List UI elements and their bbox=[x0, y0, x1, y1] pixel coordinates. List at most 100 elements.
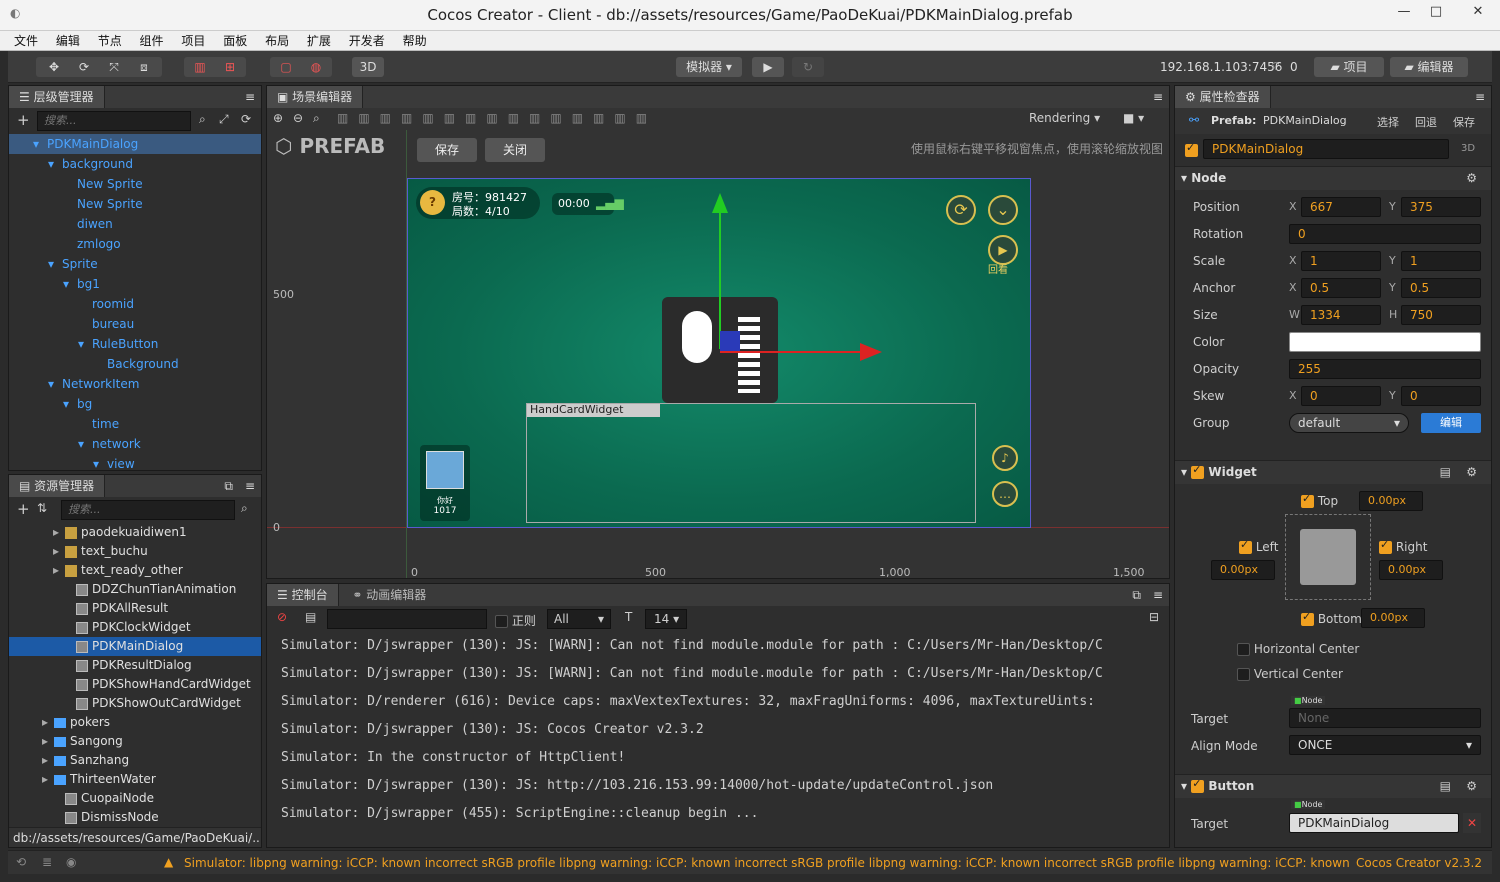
panel-menu-icon[interactable]: ≡ bbox=[245, 86, 255, 108]
panel-menu-icon[interactable]: ≡ bbox=[1153, 86, 1163, 108]
asset-item[interactable]: PDKClockWidget bbox=[9, 618, 261, 637]
rotate-tool-icon[interactable]: ⟳ bbox=[69, 57, 99, 77]
menu-panel[interactable]: 面板 bbox=[223, 31, 247, 51]
zoom-in-icon[interactable]: ⊕ bbox=[273, 111, 283, 125]
status-warning[interactable]: Simulator: libpng warning: iCCP: known i… bbox=[184, 856, 1352, 870]
console-tab[interactable]: ☰ 控制台 bbox=[267, 584, 339, 606]
gizmo-x-axis[interactable] bbox=[720, 351, 860, 353]
tree-arrow-icon[interactable]: ▸ bbox=[42, 770, 54, 789]
hierarchy-search-input[interactable]: 搜索... bbox=[37, 111, 191, 131]
node-section-header[interactable]: ▾ Node ⚙ bbox=[1175, 166, 1491, 190]
prefab-select-button[interactable]: 选择 bbox=[1377, 114, 1399, 130]
tree-arrow-icon[interactable]: ▾ bbox=[48, 154, 62, 174]
hierarchy-node[interactable]: ▾ NetworkItem bbox=[9, 374, 261, 394]
hierarchy-tab[interactable]: ☰ 层级管理器 bbox=[9, 86, 105, 108]
anchor-y-field[interactable]: 0.5 bbox=[1401, 278, 1481, 298]
prefab-save-button[interactable]: 保存 bbox=[417, 138, 477, 162]
console-line[interactable]: Simulator: In the constructor of HttpCli… bbox=[281, 744, 1159, 772]
book-icon[interactable]: ▤ bbox=[1440, 779, 1451, 793]
tree-arrow-icon[interactable]: ▾ bbox=[93, 454, 107, 470]
hierarchy-node[interactable]: diwen bbox=[9, 214, 261, 234]
animation-editor-tab[interactable]: ⚭ 动画编辑器 bbox=[342, 584, 436, 606]
scale-tool-icon[interactable]: ⤧ bbox=[99, 57, 129, 77]
gizmo-x-arrow-icon[interactable] bbox=[860, 343, 882, 361]
hierarchy-node[interactable]: ▾ bg bbox=[9, 394, 261, 414]
menu-developer[interactable]: 开发者 bbox=[349, 31, 385, 51]
menu-extension[interactable]: 扩展 bbox=[307, 31, 331, 51]
right-value-field[interactable]: 0.00px bbox=[1379, 560, 1443, 580]
tree-arrow-icon[interactable]: ▾ bbox=[78, 434, 92, 454]
panel-menu-icon[interactable]: ≡ bbox=[1475, 86, 1485, 108]
tree-arrow-icon[interactable]: ▾ bbox=[33, 134, 47, 154]
inspector-tab[interactable]: ⚙ 属性检查器 bbox=[1175, 86, 1271, 108]
play-button[interactable]: ▶ bbox=[752, 57, 784, 77]
color-swatch[interactable] bbox=[1289, 332, 1481, 352]
pivot-icon[interactable]: ▥ bbox=[185, 57, 215, 77]
tree-arrow-icon[interactable]: ▸ bbox=[42, 732, 54, 751]
menu-layout[interactable]: 布局 bbox=[265, 31, 289, 51]
mode-3d-button[interactable]: 3D bbox=[352, 57, 384, 77]
asset-item[interactable]: ▸ text_ready_other bbox=[9, 561, 261, 580]
asset-item[interactable]: ▸ text_buchu bbox=[9, 542, 261, 561]
menu-component[interactable]: 组件 bbox=[140, 31, 164, 51]
popout-icon[interactable]: ⧉ bbox=[224, 475, 233, 497]
menu-edit[interactable]: 编辑 bbox=[56, 31, 80, 51]
close-window-button[interactable]: ✕ bbox=[1456, 0, 1500, 24]
scene-tab[interactable]: ▣ 场景编辑器 bbox=[267, 86, 364, 108]
dropdown-game-icon[interactable]: ⌄ bbox=[988, 195, 1018, 225]
bottom-checkbox[interactable]: Bottom bbox=[1301, 610, 1362, 626]
hierarchy-node[interactable]: zmlogo bbox=[9, 234, 261, 254]
skew-x-field[interactable]: 0 bbox=[1301, 386, 1381, 406]
hierarchy-node[interactable]: New Sprite bbox=[9, 174, 261, 194]
hierarchy-node[interactable]: bureau bbox=[9, 314, 261, 334]
tree-arrow-icon[interactable]: ▸ bbox=[53, 542, 65, 561]
hierarchy-node[interactable]: ▾ PDKMainDialog bbox=[9, 134, 261, 154]
console-line[interactable]: Simulator: D/jswrapper (130): JS: Cocos … bbox=[281, 716, 1159, 744]
clear-target-icon[interactable]: ✕ bbox=[1463, 813, 1481, 833]
handcard-widget-rect[interactable] bbox=[526, 403, 976, 523]
expand-icon[interactable]: ⤢ bbox=[219, 112, 229, 127]
gear-icon[interactable]: ⚙ bbox=[1466, 465, 1477, 479]
hierarchy-node[interactable]: ▾ background bbox=[9, 154, 261, 174]
gear-icon[interactable]: ⚙ bbox=[1466, 779, 1477, 793]
font-size-select[interactable]: 14 ▾ bbox=[645, 609, 687, 629]
regex-checkbox[interactable]: 正则 bbox=[495, 612, 536, 629]
hierarchy-node[interactable]: time bbox=[9, 414, 261, 434]
chat-button-icon[interactable]: … bbox=[992, 481, 1018, 507]
hierarchy-node[interactable]: ▾ bg1 bbox=[9, 274, 261, 294]
skew-y-field[interactable]: 0 bbox=[1401, 386, 1481, 406]
hierarchy-node[interactable]: New Sprite bbox=[9, 194, 261, 214]
voice-button-icon[interactable]: ♪ bbox=[992, 445, 1018, 471]
eye-icon[interactable]: ◉ bbox=[66, 855, 76, 869]
scale-y-field[interactable]: 1 bbox=[1401, 251, 1481, 271]
simulator-select[interactable]: 模拟器 ▾ bbox=[676, 57, 742, 77]
popout-icon[interactable]: ⧉ bbox=[1132, 584, 1141, 606]
asset-item[interactable]: PDKResultDialog bbox=[9, 656, 261, 675]
node-name-field[interactable]: PDKMainDialog bbox=[1203, 139, 1449, 159]
collapse-icon[interactable]: ⊟ bbox=[1149, 610, 1159, 624]
hierarchy-node[interactable]: ▾ view bbox=[9, 454, 261, 470]
widget-target-field[interactable]: None bbox=[1289, 708, 1481, 728]
tree-arrow-icon[interactable]: ▸ bbox=[53, 523, 65, 542]
minimize-button[interactable]: — bbox=[1388, 0, 1420, 24]
menu-project[interactable]: 项目 bbox=[181, 31, 205, 51]
local-icon[interactable]: ⊞ bbox=[215, 57, 245, 77]
widget-section-header[interactable]: ▾ Widget ▤ ⚙ bbox=[1175, 460, 1491, 484]
menu-file[interactable]: 文件 bbox=[14, 31, 38, 51]
asset-item[interactable]: PDKMainDialog bbox=[9, 637, 261, 656]
button-enabled-checkbox[interactable] bbox=[1191, 777, 1205, 793]
widget-enabled-checkbox[interactable] bbox=[1191, 463, 1205, 479]
assets-search-input[interactable]: 搜索... bbox=[61, 500, 235, 520]
tree-arrow-icon[interactable]: ▾ bbox=[48, 254, 62, 274]
rule-help-icon[interactable]: ? bbox=[420, 190, 445, 215]
anchor-x-field[interactable]: 0.5 bbox=[1301, 278, 1381, 298]
prefab-revert-button[interactable]: 回退 bbox=[1415, 114, 1437, 130]
console-line[interactable]: Simulator: D/jswrapper (455): ScriptEngi… bbox=[281, 800, 1159, 828]
open-project-button[interactable]: ▰ 项目 bbox=[1314, 57, 1384, 77]
right-checkbox[interactable]: Right bbox=[1379, 538, 1427, 554]
gizmo-center-handle[interactable] bbox=[720, 331, 740, 351]
db-icon[interactable]: ≣ bbox=[42, 855, 52, 869]
prefab-close-button[interactable]: 关闭 bbox=[485, 138, 545, 162]
console-line[interactable]: Simulator: D/jswrapper (130): JS: [WARN]… bbox=[281, 660, 1159, 688]
button-target-field[interactable]: PDKMainDialog bbox=[1289, 813, 1459, 833]
